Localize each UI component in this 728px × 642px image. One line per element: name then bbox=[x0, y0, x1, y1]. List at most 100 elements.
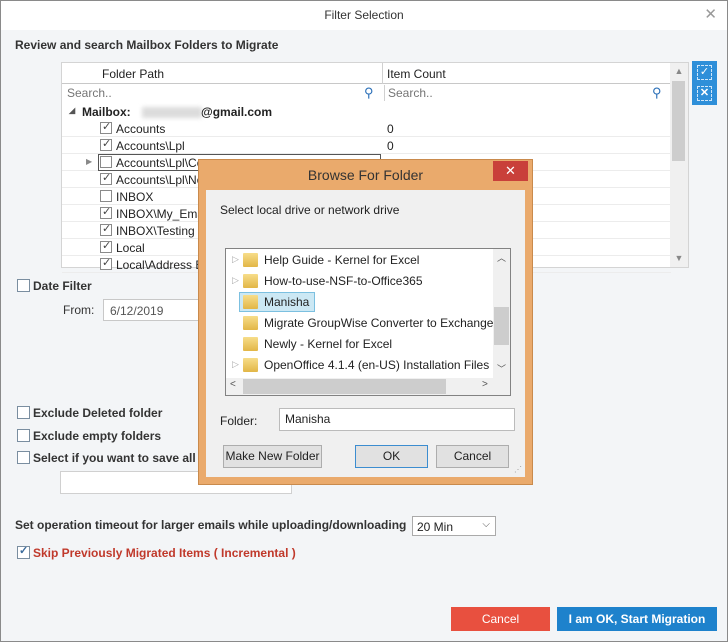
checkbox-box[interactable] bbox=[17, 544, 30, 559]
dialog-body: Select local drive or network drive ▷ Hel… bbox=[206, 190, 525, 477]
incremental-label: Skip Previously Migrated Items ( Increme… bbox=[33, 546, 296, 560]
folder-path: INBOX bbox=[116, 190, 154, 204]
folder-path: Local bbox=[116, 241, 145, 255]
folder-path: Local\Address Bo bbox=[116, 258, 211, 272]
folder-checkbox[interactable] bbox=[100, 120, 112, 134]
title-bar: Filter Selection ✕ bbox=[1, 1, 727, 30]
checkbox-box[interactable] bbox=[17, 429, 30, 442]
exclude-deleted-label: Exclude Deleted folder bbox=[33, 406, 163, 420]
folder-icon bbox=[243, 337, 258, 351]
timeout-value: 20 Min bbox=[417, 520, 454, 534]
timeout-select[interactable]: 20 Min ⌵ bbox=[412, 516, 496, 536]
folder-checkbox[interactable] bbox=[100, 239, 112, 253]
mailbox-node[interactable]: ◢ Mailbox: @gmail.com bbox=[62, 103, 671, 120]
chevron-down-icon[interactable]: ⌵ bbox=[482, 519, 490, 530]
folder-icon bbox=[243, 253, 258, 267]
tree-item[interactable]: Manisha bbox=[226, 292, 494, 313]
folder-input[interactable]: Manisha bbox=[279, 408, 515, 431]
scroll-down-icon[interactable]: ﹀ bbox=[493, 362, 510, 375]
expand-triangle-icon[interactable]: ▷ bbox=[232, 254, 239, 265]
search-icon[interactable]: ⚲ bbox=[364, 85, 378, 100]
folder-icon bbox=[243, 358, 258, 372]
filter-selection-window: Filter Selection ✕ Review and search Mai… bbox=[0, 0, 728, 642]
tree-vertical-scrollbar[interactable]: ︿ ﹀ bbox=[493, 249, 510, 378]
start-migration-button[interactable]: I am OK, Start Migration bbox=[557, 607, 717, 631]
tree-item[interactable]: Migrate GroupWise Converter to Exchange … bbox=[226, 313, 501, 334]
clear-all-icon[interactable]: ✕ bbox=[697, 86, 712, 101]
folder-icon bbox=[243, 295, 258, 309]
tree-item[interactable]: ▷ OpenOffice 4.1.4 (en-US) Installation F… bbox=[226, 355, 494, 376]
folder-checkbox[interactable] bbox=[100, 156, 112, 168]
folder-path: INBOX\My_Email bbox=[116, 207, 210, 221]
folder-checkbox[interactable] bbox=[100, 171, 112, 185]
window-title: Filter Selection bbox=[324, 8, 404, 22]
checkbox-box[interactable] bbox=[17, 451, 30, 464]
scroll-thumb[interactable] bbox=[672, 81, 685, 161]
folder-path: Accounts\Lpl bbox=[116, 139, 185, 153]
folder-path: INBOX\Testing M bbox=[116, 224, 209, 238]
select-all-icon[interactable]: ✓ bbox=[697, 65, 712, 80]
make-new-folder-button[interactable]: Make New Folder bbox=[223, 445, 322, 468]
tree-item[interactable]: ▷ How-to-use-NSF-to-Office365 bbox=[226, 271, 494, 292]
expand-triangle-icon[interactable]: ▷ bbox=[232, 275, 239, 286]
from-label: From: bbox=[63, 303, 95, 317]
folder-checkbox[interactable] bbox=[100, 190, 112, 202]
tree-item[interactable]: ▷ Help Guide - Kernel for Excel bbox=[226, 250, 494, 271]
close-icon[interactable]: ✕ bbox=[493, 161, 528, 181]
timeout-label: Set operation timeout for larger emails … bbox=[15, 518, 407, 532]
search-icon[interactable]: ⚲ bbox=[652, 85, 666, 100]
column-header-item-count[interactable]: Item Count bbox=[387, 67, 446, 81]
scroll-left-icon[interactable]: < bbox=[230, 379, 236, 390]
folder-label: Folder: bbox=[220, 414, 258, 428]
tree-horizontal-scrollbar[interactable]: < > bbox=[226, 378, 510, 395]
checkbox-box[interactable] bbox=[17, 406, 30, 419]
scroll-up-icon[interactable]: ︿ bbox=[493, 251, 510, 264]
folder-path: Accounts\Lpl\Co bbox=[116, 156, 204, 170]
folder-path: Accounts\Lpl\No bbox=[116, 173, 204, 187]
exclude-empty-label: Exclude empty folders bbox=[33, 429, 162, 443]
section-heading: Review and search Mailbox Folders to Mig… bbox=[15, 38, 279, 52]
folder-checkbox[interactable] bbox=[100, 256, 112, 270]
grid-header: Folder Path Item Count bbox=[62, 63, 671, 84]
search-row: ⚲ ⚲ bbox=[62, 84, 671, 102]
scroll-up-icon[interactable]: ▲ bbox=[670, 63, 688, 80]
item-count: 0 bbox=[387, 139, 394, 153]
folder-checkbox[interactable] bbox=[100, 222, 112, 236]
mailbox-label: Mailbox: bbox=[82, 105, 131, 119]
item-count: 0 bbox=[387, 122, 394, 136]
scroll-right-icon[interactable]: > bbox=[482, 379, 488, 390]
scroll-thumb[interactable] bbox=[243, 379, 446, 394]
close-icon[interactable]: ✕ bbox=[704, 1, 717, 29]
folder-icon bbox=[243, 316, 258, 330]
save-all-label: Select if you want to save all dat bbox=[33, 451, 218, 465]
scroll-thumb[interactable] bbox=[494, 307, 509, 345]
expand-triangle-icon[interactable]: ▶ bbox=[86, 157, 92, 166]
column-header-folder-path[interactable]: Folder Path bbox=[102, 67, 164, 81]
column-separator[interactable] bbox=[382, 63, 383, 84]
folder-path: Accounts bbox=[116, 122, 166, 136]
tree-item-label: Manisha bbox=[264, 295, 310, 309]
dialog-cancel-button[interactable]: Cancel bbox=[436, 445, 509, 468]
tree-item-label: Newly - Kernel for Excel bbox=[264, 337, 393, 351]
folder-path-search-input[interactable] bbox=[64, 85, 354, 101]
tree-item[interactable]: Newly - Kernel for Excel bbox=[226, 334, 494, 355]
item-count-search-input[interactable] bbox=[384, 85, 644, 101]
dialog-prompt: Select local drive or network drive bbox=[220, 203, 400, 217]
folder-row[interactable]: Accounts\Lpl 0 bbox=[62, 137, 671, 154]
browse-for-folder-dialog: Browse For Folder ✕ Select local drive o… bbox=[198, 159, 533, 485]
grid-vertical-scrollbar[interactable]: ▲ ▼ bbox=[670, 63, 688, 267]
grid-side-toolbar: ✓ ✕ bbox=[692, 61, 717, 105]
expand-triangle-icon[interactable]: ▷ bbox=[232, 359, 239, 370]
folder-tree: ▷ Help Guide - Kernel for Excel ▷ How-to-us… bbox=[225, 248, 511, 396]
folder-row[interactable]: Accounts 0 bbox=[62, 120, 671, 137]
resize-grip-icon[interactable]: ⋰ bbox=[514, 465, 522, 474]
folder-checkbox[interactable] bbox=[100, 205, 112, 219]
ok-button[interactable]: OK bbox=[355, 445, 428, 468]
mailbox-domain: @gmail.com bbox=[201, 105, 273, 119]
from-date-input[interactable]: 6/12/2019 bbox=[103, 299, 203, 321]
checkbox-box[interactable] bbox=[17, 279, 30, 292]
scroll-down-icon[interactable]: ▼ bbox=[670, 250, 688, 267]
collapse-triangle-icon[interactable]: ◢ bbox=[69, 106, 75, 115]
folder-checkbox[interactable] bbox=[100, 137, 112, 151]
cancel-button[interactable]: Cancel bbox=[451, 607, 550, 631]
